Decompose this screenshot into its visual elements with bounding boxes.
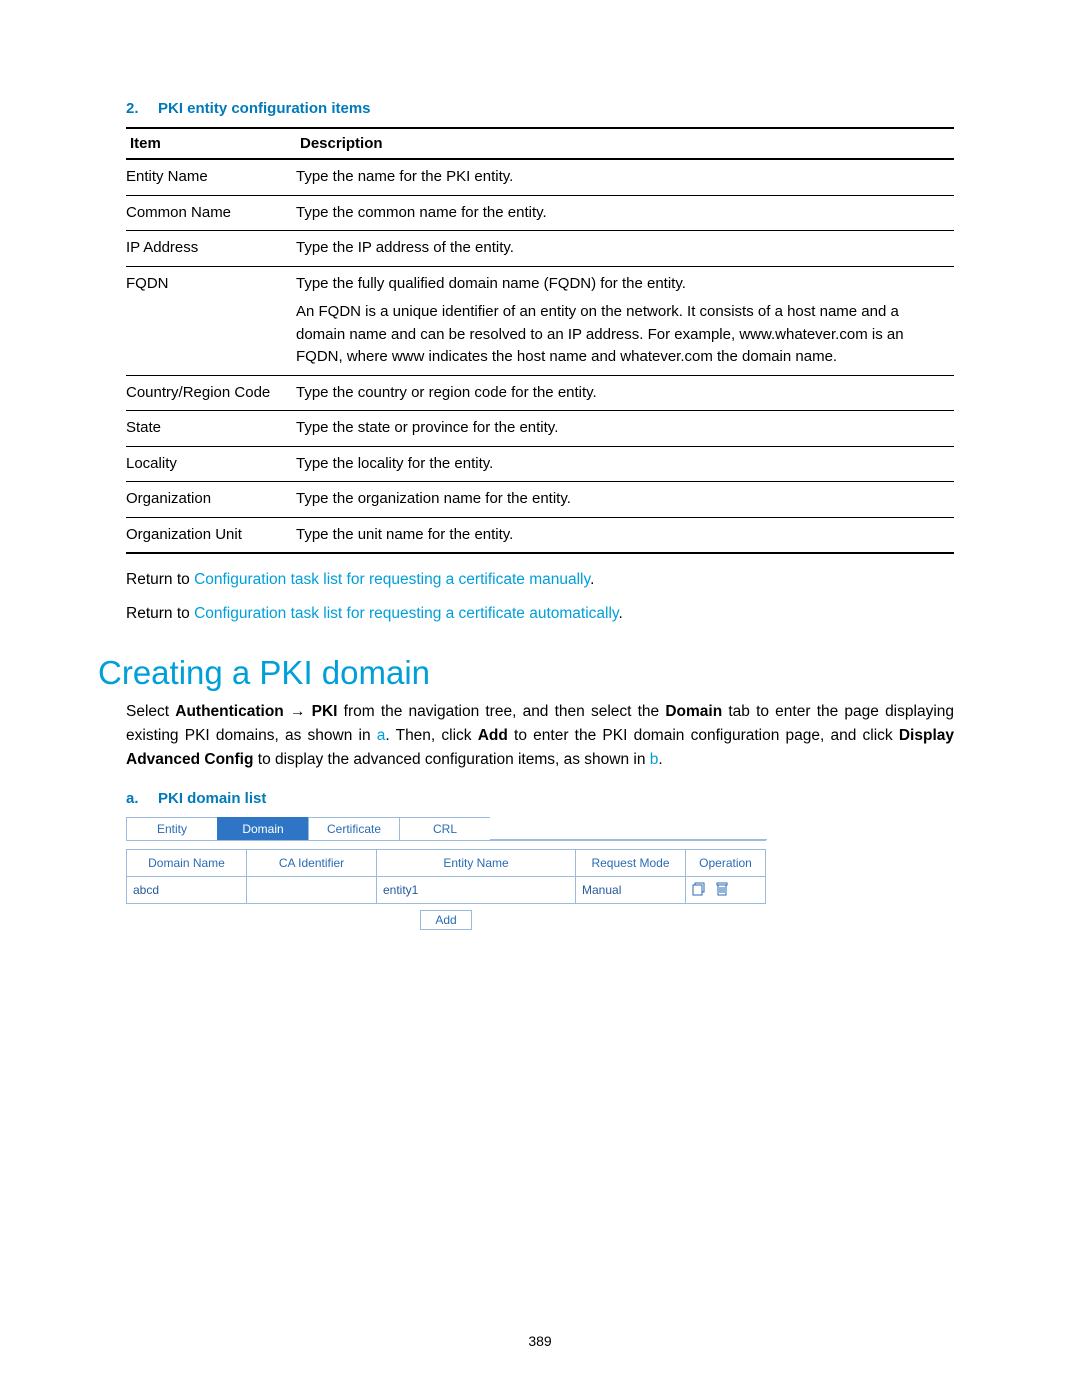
- return-line-auto: Return to Configuration task list for re…: [126, 602, 954, 626]
- para-text: to enter the PKI domain configuration pa…: [508, 727, 899, 744]
- tab-entity[interactable]: Entity: [126, 817, 218, 840]
- caption-text: PKI entity configuration items: [158, 100, 371, 117]
- cell-desc: Type the unit name for the entity.: [296, 517, 954, 553]
- fqdn-line1: Type the fully qualified domain name (FQ…: [296, 273, 950, 296]
- grid-header-entity-name: Entity Name: [377, 850, 576, 877]
- tab-crl[interactable]: CRL: [399, 817, 491, 840]
- cell-item: Entity Name: [126, 159, 296, 195]
- table-caption: 2.PKI entity configuration items: [126, 100, 954, 117]
- bold-pki: PKI: [312, 703, 338, 720]
- grid-header-domain-name: Domain Name: [127, 850, 247, 877]
- cell-item: Organization: [126, 482, 296, 518]
- section-paragraph: Select Authentication → PKI from the nav…: [126, 700, 954, 772]
- cell-desc: Type the fully qualified domain name (FQ…: [296, 266, 954, 375]
- page-number: 389: [0, 1333, 1080, 1349]
- cell-desc: Type the common name for the entity.: [296, 195, 954, 231]
- return-suffix: .: [619, 605, 623, 622]
- cell-entity-name: entity1: [377, 877, 576, 904]
- pki-domain-list-figure: Entity Domain Certificate CRL Domain Nam…: [126, 817, 766, 930]
- return-prefix: Return to: [126, 605, 194, 622]
- cell-item: IP Address: [126, 231, 296, 267]
- tab-bar: Entity Domain Certificate CRL: [126, 817, 766, 841]
- cell-desc: Type the IP address of the entity.: [296, 231, 954, 267]
- tab-spacer: [490, 817, 767, 840]
- para-text: .: [658, 751, 662, 768]
- return-prefix: Return to: [126, 571, 194, 588]
- cell-request-mode: Manual: [576, 877, 686, 904]
- cell-desc: Type the organization name for the entit…: [296, 482, 954, 518]
- bold-authentication: Authentication: [175, 703, 284, 720]
- cell-item: State: [126, 411, 296, 447]
- bold-add: Add: [478, 727, 508, 744]
- link-manual-config[interactable]: Configuration task list for requesting a…: [194, 571, 590, 588]
- fqdn-line2: An FQDN is a unique identifier of an ent…: [296, 301, 950, 369]
- figure-caption: a.PKI domain list: [126, 790, 954, 807]
- cell-item: FQDN: [126, 266, 296, 375]
- grid-header-ca-identifier: CA Identifier: [247, 850, 377, 877]
- para-text: . Then, click: [385, 727, 477, 744]
- cell-item: Country/Region Code: [126, 375, 296, 411]
- para-text: Select: [126, 703, 175, 720]
- delete-icon[interactable]: [716, 882, 728, 899]
- cell-domain-name: abcd: [127, 877, 247, 904]
- return-suffix: .: [590, 571, 594, 588]
- return-line-manual: Return to Configuration task list for re…: [126, 568, 954, 592]
- cell-desc: Type the name for the PKI entity.: [296, 159, 954, 195]
- cell-desc: Type the locality for the entity.: [296, 446, 954, 482]
- para-text: to display the advanced configuration it…: [253, 751, 649, 768]
- arrow-icon: →: [284, 703, 312, 720]
- figure-caption-num: a.: [126, 790, 158, 807]
- tab-domain[interactable]: Domain: [217, 817, 309, 840]
- para-text: from the navigation tree, and then selec…: [337, 703, 665, 720]
- cell-ca-identifier: [247, 877, 377, 904]
- link-auto-config[interactable]: Configuration task list for requesting a…: [194, 605, 618, 622]
- cell-desc: Type the country or region code for the …: [296, 375, 954, 411]
- section-heading: Creating a PKI domain: [98, 654, 954, 692]
- grid-header-operation: Operation: [686, 850, 766, 877]
- cell-operation: [686, 877, 766, 904]
- caption-number: 2.: [126, 100, 158, 117]
- edit-icon[interactable]: [692, 882, 706, 899]
- add-button[interactable]: Add: [420, 910, 472, 930]
- col-header-item: Item: [126, 128, 296, 159]
- domain-grid: Domain Name CA Identifier Entity Name Re…: [126, 849, 766, 904]
- grid-header-request-mode: Request Mode: [576, 850, 686, 877]
- bold-domain: Domain: [665, 703, 722, 720]
- table-row: abcd entity1 Manual: [127, 877, 766, 904]
- col-header-desc: Description: [296, 128, 954, 159]
- cell-item: Locality: [126, 446, 296, 482]
- cell-item: Organization Unit: [126, 517, 296, 553]
- tab-certificate[interactable]: Certificate: [308, 817, 400, 840]
- cell-desc: Type the state or province for the entit…: [296, 411, 954, 447]
- figure-caption-text: PKI domain list: [158, 790, 266, 807]
- config-items-table: Item Description Entity Name Type the na…: [126, 127, 954, 554]
- cell-item: Common Name: [126, 195, 296, 231]
